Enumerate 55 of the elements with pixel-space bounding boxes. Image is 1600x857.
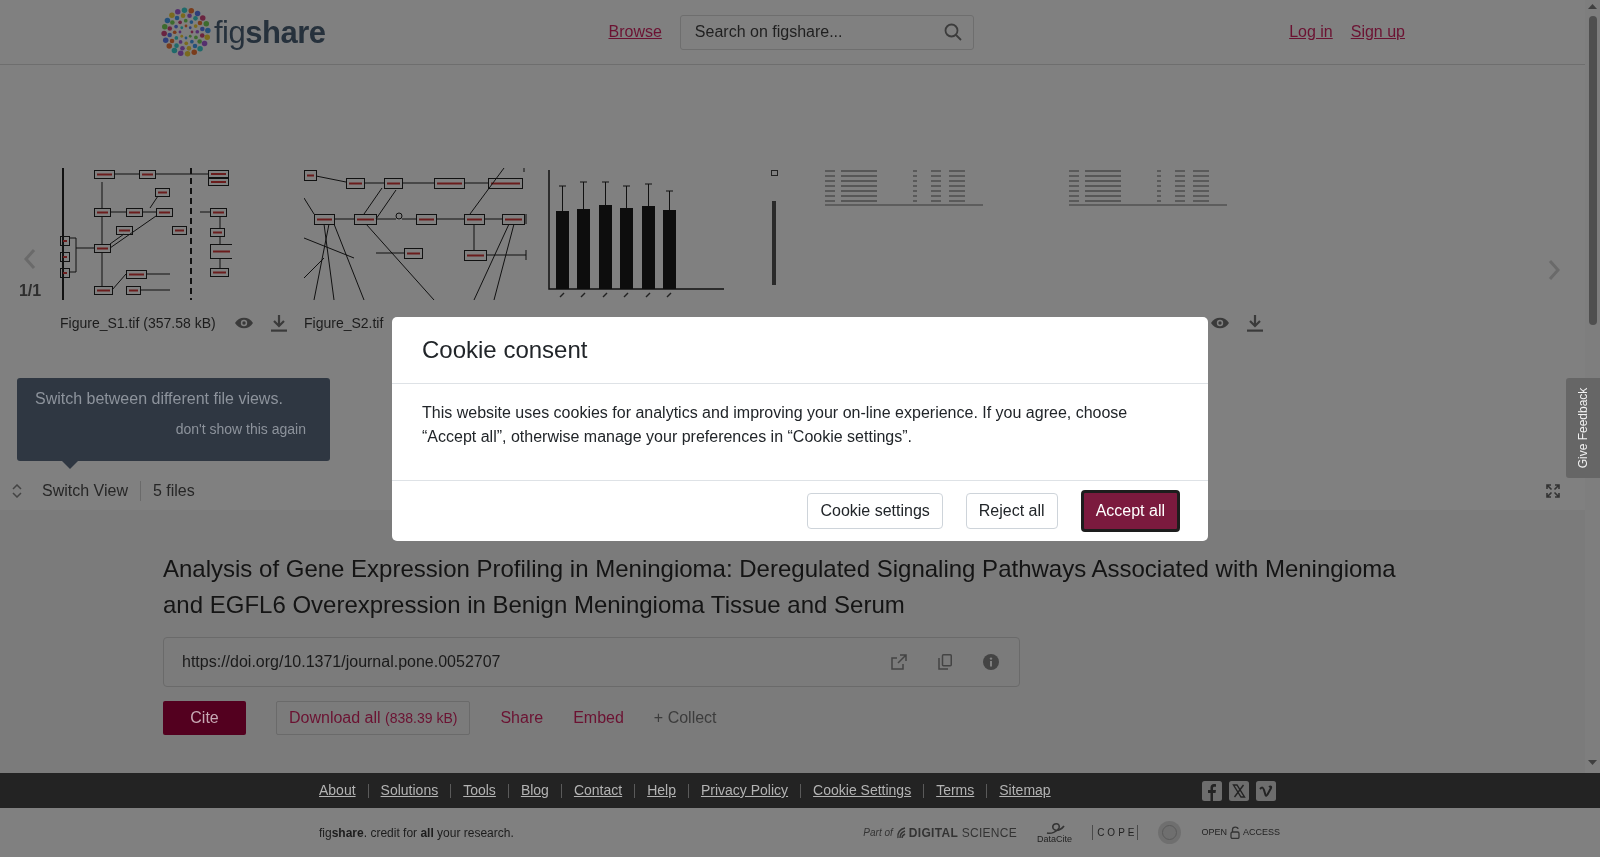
tooltip-text: Switch between different file views. — [35, 389, 284, 409]
vimeo-icon[interactable] — [1256, 780, 1276, 801]
dialog-button[interactable]: Reject all — [965, 493, 1058, 529]
logo-icon[interactable] — [161, 7, 211, 57]
search-icon[interactable] — [943, 22, 962, 41]
logo-text: Part of — [863, 826, 893, 840]
external-link-icon[interactable] — [891, 654, 907, 670]
file-count: 5 files — [152, 481, 195, 501]
file-name: Figure_S1.tif (357.58 kB) — [60, 313, 216, 333]
footer-link[interactable]: Tools — [463, 780, 496, 801]
chevrons-icon — [12, 484, 22, 498]
footer-tagline: figshare. credit for all your research. — [319, 824, 514, 842]
footer-link[interactable]: Solutions — [380, 780, 439, 801]
footer-link[interactable]: Help — [647, 780, 676, 801]
swirl-icon — [895, 826, 906, 839]
file-name: Figure_S2.tif — [304, 313, 384, 333]
footer-link[interactable]: About — [319, 780, 356, 801]
dismiss-link[interactable]: don't show this again — [175, 419, 306, 440]
seal-icon — [1158, 821, 1182, 844]
scrollbar-thumb[interactable] — [1588, 16, 1597, 325]
footer-link[interactable]: Contact — [573, 780, 623, 801]
article-title: Analysis of Gene Expression Profiling in Meningioma: Deregulated Signaling Pathways Associated with Meningioma and EGFL6 Overexpression in Benign Meningioma Tissue and Serum — [163, 554, 1397, 620]
search-field[interactable]: Search on figshare... — [679, 14, 974, 50]
x-logo-icon[interactable] — [1229, 780, 1249, 801]
scroll-up-icon[interactable] — [1588, 4, 1597, 9]
expand-icon[interactable] — [1546, 484, 1560, 498]
open-padlock-icon — [1230, 826, 1240, 839]
download-icon[interactable] — [271, 314, 287, 332]
switch-view-button[interactable]: Switch View — [12, 479, 128, 503]
eye-icon[interactable] — [1210, 316, 1230, 330]
scroll-down-icon[interactable] — [1588, 760, 1597, 765]
logo-text: DataCite — [1037, 834, 1073, 844]
logo-text: DIGITAL SCIENCE — [908, 824, 1018, 842]
accept-button[interactable]: Accept all — [1080, 490, 1180, 532]
download-icon[interactable] — [1247, 314, 1263, 332]
wave-logo-icon — [1044, 821, 1065, 835]
primary-button[interactable]: Cite — [163, 701, 246, 735]
doi-link[interactable]: https://doi.org/10.1371/journal.pone.0052707 — [182, 650, 501, 674]
footer-link[interactable]: Cookie Settings — [813, 780, 912, 801]
eye-icon[interactable] — [234, 316, 254, 330]
copy-icon[interactable] — [938, 654, 952, 670]
dialog-message: This website uses cookies for analytics and improving your on-line experience. If you agree, choose “Accept all”, otherwise manage your preferences in “Cookie settings”. — [422, 403, 1129, 447]
facebook-icon[interactable] — [1202, 780, 1222, 801]
page-counter: 1/1 — [18, 281, 42, 301]
footer-link[interactable]: Terms — [936, 780, 975, 801]
logo-text: ACCESS — [1243, 825, 1280, 839]
feedback-tab[interactable]: Give Feedback — [1566, 378, 1600, 478]
dialog-button[interactable]: Cookie settings — [807, 493, 943, 529]
footer-link[interactable]: Sitemap — [999, 780, 1051, 801]
logo-text: OPEN — [1201, 825, 1227, 839]
footer-link[interactable]: Blog — [520, 780, 549, 801]
info-icon[interactable] — [983, 654, 999, 670]
dialog-title: Cookie consent — [422, 335, 588, 365]
logo-text: COPE — [1092, 825, 1139, 840]
footer-link[interactable]: Privacy Policy — [700, 780, 789, 801]
